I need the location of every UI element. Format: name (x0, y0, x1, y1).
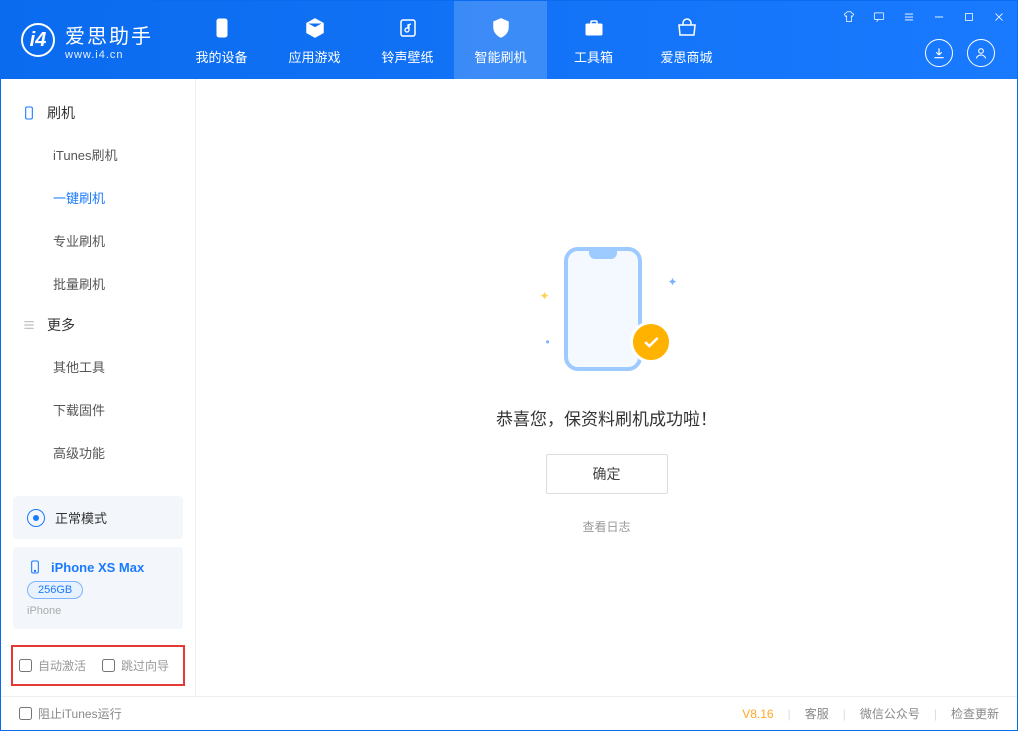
statusbar: 阻止iTunes运行 V8.16 | 客服 | 微信公众号 | 检查更新 (1, 696, 1017, 730)
skip-guide-label: 跳过向导 (121, 657, 169, 674)
nav-label: 铃声壁纸 (381, 47, 433, 66)
list-icon (21, 317, 37, 333)
sidebar-section-flash[interactable]: 刷机 (1, 93, 195, 133)
check-update-link[interactable]: 检查更新 (951, 705, 999, 722)
top-nav: 我的设备 应用游戏 铃声壁纸 智能刷机 工具箱 爱思商城 (175, 1, 733, 79)
app-window: { "logo": { "name": "爱思助手", "url": "www.… (0, 0, 1018, 731)
tshirt-icon[interactable] (839, 7, 859, 27)
nav-item-flash[interactable]: 智能刷机 (454, 1, 547, 79)
device-type: iPhone (27, 605, 169, 617)
auto-activate-checkbox[interactable]: 自动激活 (19, 657, 86, 674)
phone-icon (27, 559, 43, 575)
block-itunes-input[interactable] (19, 707, 32, 720)
maximize-button[interactable] (959, 7, 979, 27)
block-itunes-checkbox[interactable]: 阻止iTunes运行 (19, 705, 122, 722)
window-controls (839, 7, 1009, 27)
nav-label: 爱思商城 (660, 47, 712, 66)
nav-item-store[interactable]: 爱思商城 (640, 1, 733, 79)
phone-illustration (564, 247, 642, 371)
sparkle-icon: ✦ (667, 275, 677, 289)
confirm-button[interactable]: 确定 (546, 454, 668, 494)
view-log-link[interactable]: 查看日志 (582, 518, 630, 535)
refresh-shield-icon (488, 15, 514, 41)
success-message: 恭喜您，保资料刷机成功啦！ (496, 405, 717, 430)
music-icon (395, 15, 421, 41)
sidebar-item-advanced[interactable]: 高级功能 (1, 431, 195, 474)
logo-text: 爱思助手 www.i4.cn (65, 20, 153, 61)
sidebar-section-title: 更多 (47, 315, 75, 335)
success-illustration: ✦ ✦ • (532, 241, 682, 381)
app-url: www.i4.cn (65, 49, 153, 61)
app-name: 爱思助手 (65, 20, 153, 49)
mode-label: 正常模式 (55, 508, 107, 527)
auto-activate-input[interactable] (19, 659, 32, 672)
check-badge-icon (630, 321, 672, 363)
nav-label: 智能刷机 (474, 47, 526, 66)
nav-item-device[interactable]: 我的设备 (175, 1, 268, 79)
sparkle-icon: • (546, 335, 550, 349)
skip-guide-checkbox[interactable]: 跳过向导 (102, 657, 169, 674)
titlebar-actions (925, 39, 995, 67)
nav-label: 我的设备 (195, 47, 247, 66)
menu-icon[interactable] (899, 7, 919, 27)
cube-icon (302, 15, 328, 41)
block-itunes-label: 阻止iTunes运行 (38, 705, 122, 722)
app-body: 刷机 iTunes刷机 一键刷机 专业刷机 批量刷机 更多 其他工具 下载固件 … (1, 79, 1017, 696)
statusbar-right: V8.16 | 客服 | 微信公众号 | 检查更新 (742, 705, 999, 722)
nav-label: 工具箱 (574, 47, 613, 66)
nav-item-apps[interactable]: 应用游戏 (268, 1, 361, 79)
sidebar-item-batch-flash[interactable]: 批量刷机 (1, 262, 195, 305)
sidebar-item-itunes-flash[interactable]: iTunes刷机 (1, 133, 195, 176)
device-storage-badge: 256GB (27, 581, 83, 599)
mode-indicator[interactable]: 正常模式 (13, 496, 183, 539)
toolbox-icon (581, 15, 607, 41)
sidebar-section-title: 刷机 (47, 103, 75, 123)
close-button[interactable] (989, 7, 1009, 27)
logo[interactable]: i4 爱思助手 www.i4.cn (1, 1, 171, 79)
nav-item-toolbox[interactable]: 工具箱 (547, 1, 640, 79)
auto-activate-label: 自动激活 (38, 657, 86, 674)
sidebar-item-oneclick-flash[interactable]: 一键刷机 (1, 176, 195, 219)
feedback-icon[interactable] (869, 7, 889, 27)
store-icon (674, 15, 700, 41)
titlebar: i4 爱思助手 www.i4.cn 我的设备 应用游戏 铃声壁纸 智能刷机 (1, 1, 1017, 79)
mode-bullet-icon (27, 509, 45, 527)
sidebar-item-other-tools[interactable]: 其他工具 (1, 345, 195, 388)
phone-icon (21, 105, 37, 121)
skip-guide-input[interactable] (102, 659, 115, 672)
support-link[interactable]: 客服 (805, 705, 829, 722)
device-name: iPhone XS Max (51, 560, 144, 575)
wechat-link[interactable]: 微信公众号 (860, 705, 920, 722)
flash-options-highlight: 自动激活 跳过向导 (11, 645, 185, 686)
sidebar-section-more[interactable]: 更多 (1, 305, 195, 345)
nav-item-ringtone[interactable]: 铃声壁纸 (361, 1, 454, 79)
nav-label: 应用游戏 (288, 47, 340, 66)
sidebar-item-download-fw[interactable]: 下载固件 (1, 388, 195, 431)
device-card[interactable]: iPhone XS Max 256GB iPhone (13, 547, 183, 629)
sidebar: 刷机 iTunes刷机 一键刷机 专业刷机 批量刷机 更多 其他工具 下载固件 … (1, 79, 196, 696)
main-content: ✦ ✦ • 恭喜您，保资料刷机成功啦！ 确定 查看日志 (196, 79, 1017, 696)
device-icon (209, 15, 235, 41)
sparkle-icon: ✦ (540, 289, 550, 303)
sidebar-item-pro-flash[interactable]: 专业刷机 (1, 219, 195, 262)
user-button[interactable] (967, 39, 995, 67)
device-name-row: iPhone XS Max (27, 559, 169, 575)
version-label: V8.16 (742, 707, 773, 721)
minimize-button[interactable] (929, 7, 949, 27)
logo-icon: i4 (21, 23, 55, 57)
download-button[interactable] (925, 39, 953, 67)
